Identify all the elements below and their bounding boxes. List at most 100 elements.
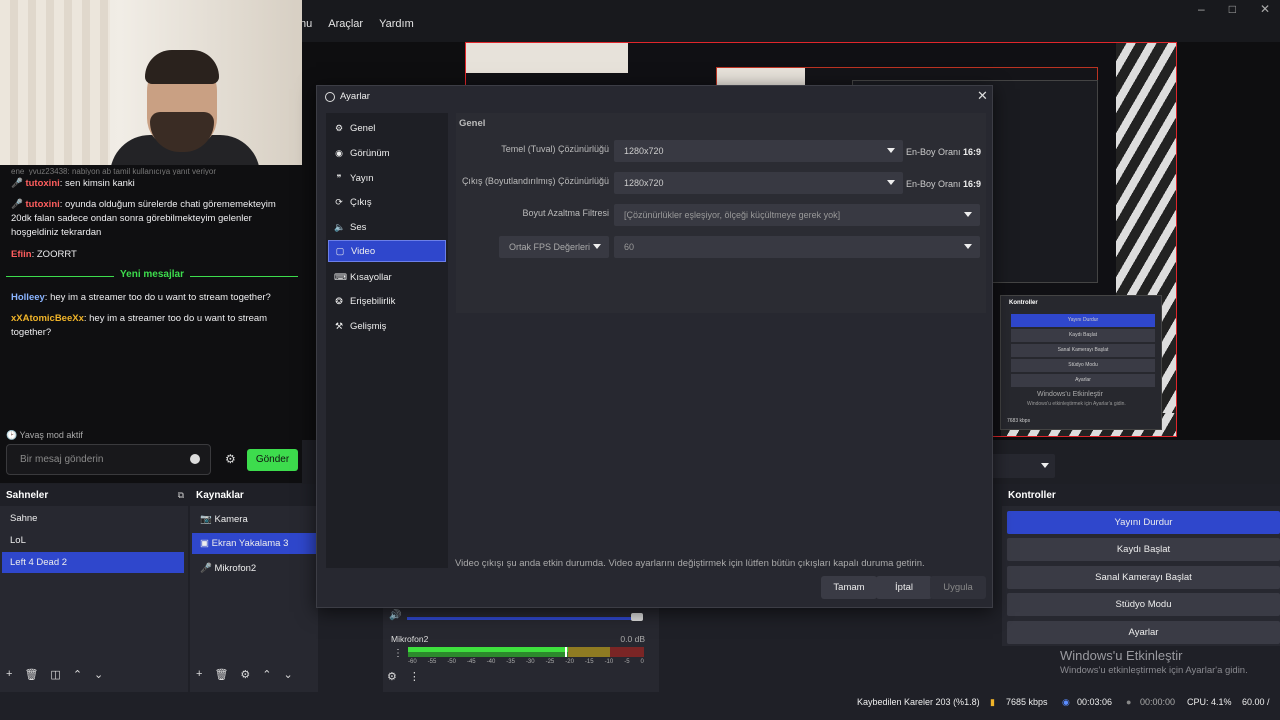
monitor-icon: ▢ <box>335 245 345 256</box>
camera-icon: 📷 <box>200 514 212 525</box>
mini-controls: Kontroller Yayını Durdur Kaydı Başlat Sa… <box>1000 295 1162 430</box>
dropped-frames: Kaybedilen Kareler 203 (%1.8) <box>857 697 980 707</box>
microphone-icon: 🎤 <box>200 563 212 574</box>
chevron-down-icon <box>593 244 601 249</box>
main-menu: nu Araçlar Yardım <box>300 18 414 30</box>
trash-icon[interactable]: 🗑 <box>214 668 228 681</box>
add-icon[interactable]: + <box>196 668 202 681</box>
chat-settings-icon[interactable]: ⚙ <box>225 452 236 466</box>
sources-title: Kaynaklar <box>190 484 318 506</box>
controls-title: Kontroller <box>1002 484 1280 506</box>
filter-icon[interactable]: ◫ <box>50 668 60 681</box>
monitor-icon: ▣ <box>200 538 209 549</box>
sidebar-item-video[interactable]: ▢ Video <box>328 240 446 262</box>
meter-ticks: -60 -55 -50 -45 -40 -35 -30 -25 -20 -15 -10 -5 0 <box>408 659 644 665</box>
start-virtual-camera-button[interactable]: Sanal Kamerayı Başlat <box>1007 566 1280 589</box>
obs-logo-icon <box>325 91 335 102</box>
chevron-down-icon[interactable]: ⌄ <box>284 668 293 681</box>
mixer-menu-icon[interactable]: ⋮ <box>393 648 403 659</box>
sidebar-item-accessibility[interactable]: ❂ Erişebilirlik <box>328 290 446 312</box>
source-item[interactable]: 📷 Kamera <box>192 509 316 530</box>
chat-message: Holleey: hey im a streamer too do u want… <box>11 292 271 303</box>
scenes-title: Sahneler <box>0 484 188 506</box>
start-recording-button[interactable]: Kaydı Başlat <box>1007 538 1280 561</box>
output-icon: ⟳ <box>335 196 343 207</box>
settings-button[interactable]: Ayarlar <box>1007 621 1280 644</box>
base-resolution-select[interactable]: 1280x720 <box>614 140 903 162</box>
sidebar-item-stream[interactable]: ❞ Yayın <box>328 167 446 189</box>
trash-icon[interactable]: 🗑 <box>24 668 38 681</box>
chevron-up-icon[interactable]: ⌃ <box>73 668 82 681</box>
mini-btn: Ayarlar <box>1011 374 1155 387</box>
sidebar-item-advanced[interactable]: ⚒ Gelişmiş <box>328 315 446 337</box>
chat-message: 🎤 tutoxini: oyunda olduğum sürelerde cha… <box>11 199 276 238</box>
volume-slider-handle[interactable] <box>631 613 643 621</box>
base-aspect-ratio: En-Boy Oranı 16:9 <box>906 147 982 157</box>
emoji-icon[interactable] <box>190 454 200 464</box>
minimize-icon[interactable]: – <box>1198 2 1205 16</box>
scene-item[interactable]: LoL <box>2 530 184 551</box>
close-icon[interactable]: ✕ <box>1260 2 1270 16</box>
chat-message: xXAtomicBeeXx: hey im a streamer too do … <box>11 313 268 338</box>
sidebar-item-general[interactable]: ⚙ Genel <box>328 117 446 139</box>
sidebar-item-hotkeys[interactable]: ⌨ Kısayollar <box>328 266 446 288</box>
chevron-up-icon[interactable]: ⌃ <box>262 668 271 681</box>
chat-input[interactable]: Bir mesaj gönderin <box>6 444 211 475</box>
apply-button[interactable]: Uygula <box>930 576 986 599</box>
send-button[interactable]: Gönder <box>247 449 298 471</box>
mixer-toolbar: ⚙ ⋮ <box>387 670 420 683</box>
source-item[interactable]: 🎤 Mikrofon2 <box>192 558 316 579</box>
downscale-filter-select[interactable]: [Çözünürlükler eşleşiyor, ölçeği küçültm… <box>614 204 980 226</box>
chevron-down-icon <box>964 212 972 217</box>
maximize-icon[interactable]: □ <box>1229 2 1236 16</box>
sidebar-item-output[interactable]: ⟳ Çıkış <box>328 191 446 213</box>
source-item-selected[interactable]: ▣ Ekran Yakalama 3 <box>192 533 316 554</box>
stop-stream-button[interactable]: Yayını Durdur <box>1007 511 1280 534</box>
cpu-usage: CPU: 4.1% <box>1187 697 1232 707</box>
dock-float-icon[interactable]: ⧉ <box>178 490 184 501</box>
nested-cam <box>466 43 628 73</box>
sidebar-item-appearance[interactable]: ◉ Görünüm <box>328 142 446 164</box>
mini-watermark-sub: Windows'u etkinleştirmek için Ayarlar'a … <box>1027 401 1126 407</box>
output-resolution-select[interactable]: 1280x720 <box>614 172 903 194</box>
downscale-filter-label: Boyut Azaltma Filtresi <box>522 208 609 218</box>
cancel-button[interactable]: İptal <box>876 576 932 599</box>
menu-item-tools[interactable]: Araçlar <box>328 18 363 30</box>
chat-message: Efiin: ZOORRT <box>11 249 77 260</box>
settings-sidebar: ⚙ Genel ◉ Görünüm ❞ Yayın ⟳ Çıkış 🔈 Ses ▢ Vide… <box>326 113 448 568</box>
gear-icon[interactable]: ⚙ <box>240 668 250 681</box>
chat-partial-line: ene_yvuz23438: nabiyon ab tamil kullanıc… <box>11 167 217 175</box>
status-bar: Kaybedilen Kareler 203 (%1.8) ▮ 7685 kbp… <box>0 692 1280 720</box>
activation-watermark-title: Windows'u Etkinleştir <box>1060 648 1183 663</box>
mixer-settings-icon[interactable]: ⚙ <box>387 670 397 683</box>
mixer-more-icon[interactable]: ⋮ <box>409 670 420 683</box>
volume-slider[interactable] <box>407 617 639 620</box>
fps-readout: 60.00 / <box>1242 697 1270 707</box>
output-resolution-label: Çıkış (Boyutlandırılmış) Çözünürlüğü <box>461 176 609 186</box>
fps-type-select[interactable]: Ortak FPS Değerleri <box>499 236 609 258</box>
fps-value-select[interactable]: 60 <box>614 236 980 258</box>
scene-item-selected[interactable]: Left 4 Dead 2 <box>2 552 184 573</box>
menu-item-help[interactable]: Yardım <box>379 18 414 30</box>
dialog-close-icon[interactable]: ✕ <box>977 88 988 104</box>
scene-item[interactable]: Sahne <box>2 508 184 529</box>
scenes-toolbar: + 🗑 ◫ ⌃ ⌄ <box>6 668 103 681</box>
chevron-down-icon[interactable]: ⌄ <box>94 668 103 681</box>
activation-watermark-subtitle: Windows'u etkinleştirmek için Ayarlar'a … <box>1060 665 1248 676</box>
gear-icon: ⚙ <box>334 122 344 133</box>
video-active-note: Video çıkışı şu anda etkin durumda. Vide… <box>455 558 925 569</box>
mini-btn: Sanal Kamerayı Başlat <box>1011 344 1155 357</box>
webcam-overlay <box>0 0 302 170</box>
add-icon[interactable]: + <box>6 668 12 681</box>
new-messages-divider: Yeni mesajlar <box>6 269 298 283</box>
mixer-channel-name: Mikrofon2 <box>391 634 429 644</box>
palette-icon: ◉ <box>335 147 343 158</box>
dropdown-partial[interactable] <box>985 454 1055 478</box>
mini-btn: Kaydı Başlat <box>1011 329 1155 342</box>
studio-mode-button[interactable]: Stüdyo Modu <box>1007 593 1280 616</box>
volume-icon[interactable]: 🔊 <box>389 610 401 621</box>
sidebar-item-audio[interactable]: 🔈 Ses <box>328 216 446 238</box>
ok-button[interactable]: Tamam <box>821 576 877 599</box>
chevron-down-icon <box>887 148 895 153</box>
keyboard-icon: ⌨ <box>334 271 347 282</box>
